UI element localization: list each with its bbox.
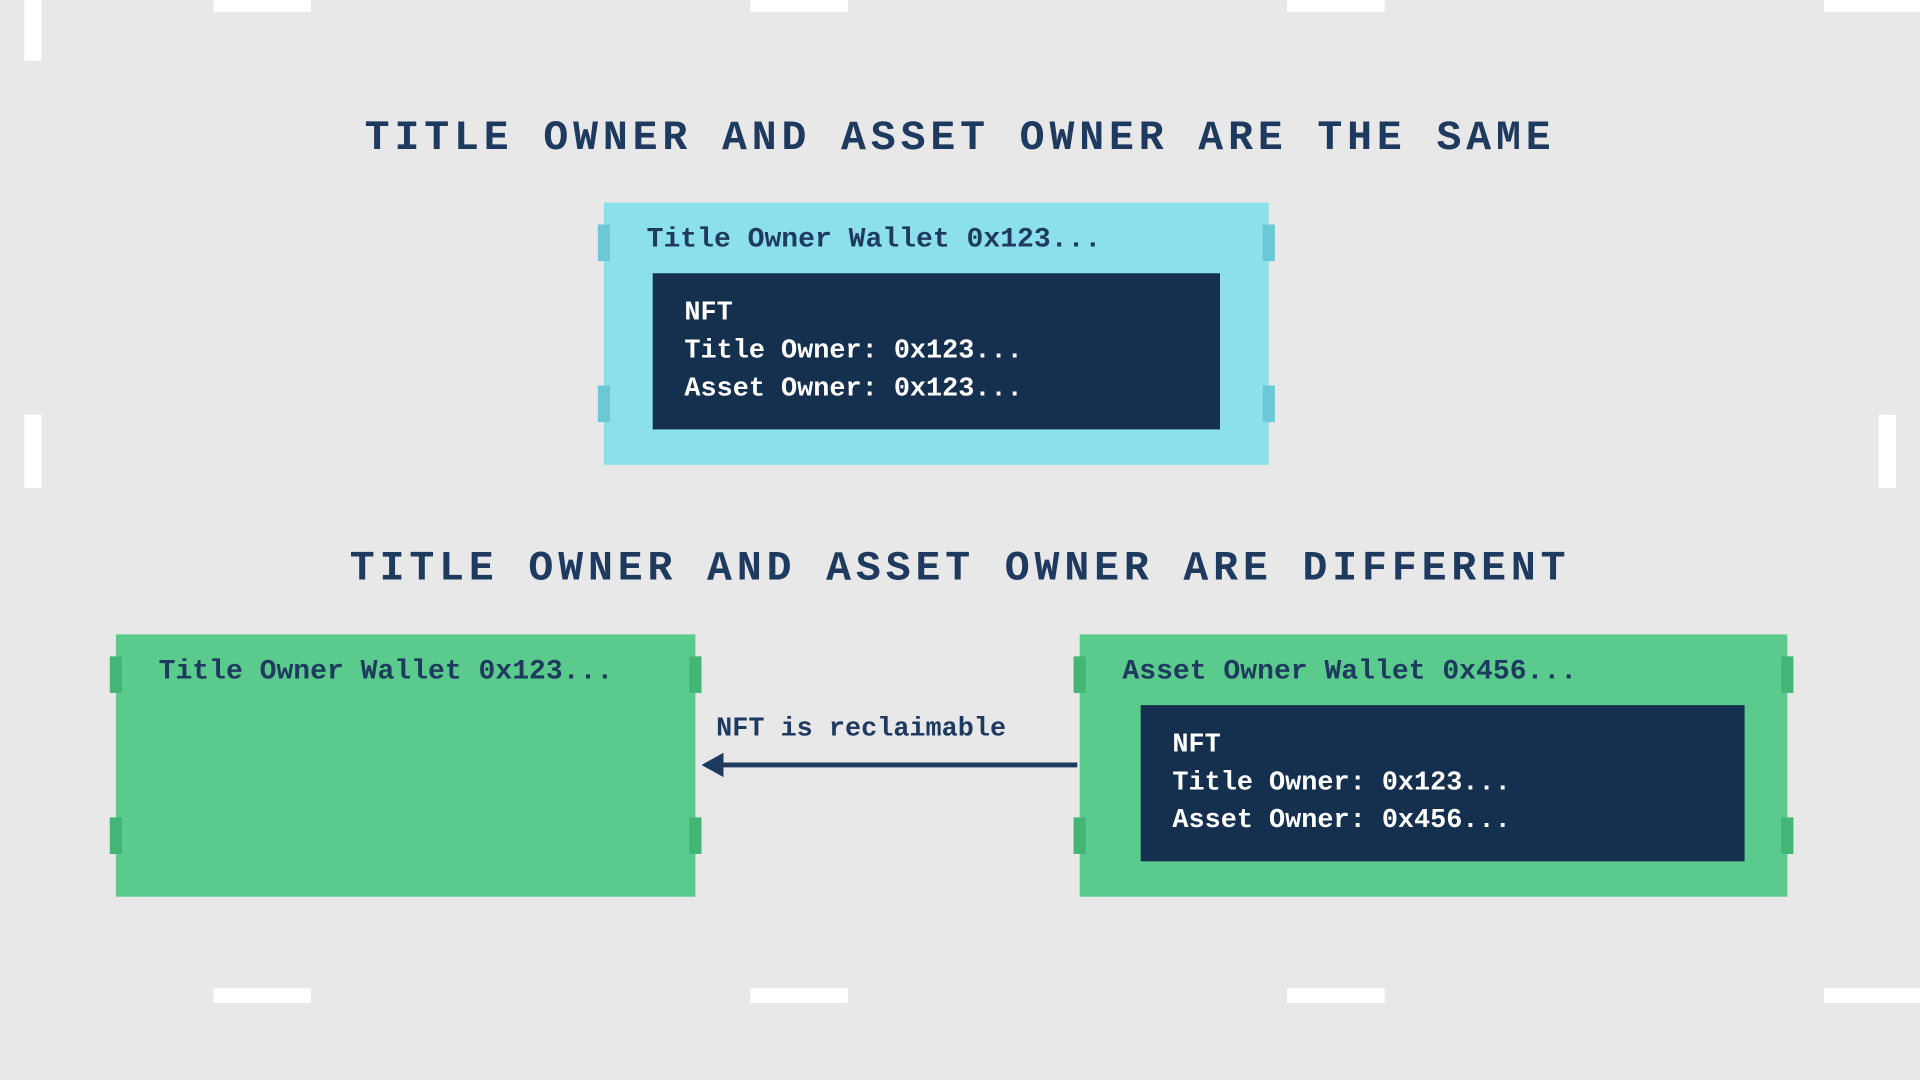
frame-dash [1824,0,1920,12]
nft-title-owner-label: Title Owner: [1172,767,1365,798]
nft-asset-owner-row: Asset Owner: 0x123... [684,370,1188,408]
reclaimable-arrow: NFT is reclaimable [702,714,1074,787]
box-corner-dash [110,656,122,693]
box-corner-dash [598,386,610,423]
box-corner-dash [110,817,122,854]
nft-title-owner-row: Title Owner: 0x123... [1172,765,1712,803]
frame-dash [214,988,312,1003]
box-corner-dash [1781,817,1793,854]
nft-title: NFT [684,295,1188,333]
title-owner-wallet-same: Title Owner Wallet 0x123... NFT Title Ow… [604,203,1269,465]
nft-box-same: NFT Title Owner: 0x123... Asset Owner: 0… [653,273,1220,429]
frame-dash [750,988,848,1003]
frame-dash [750,0,848,12]
nft-asset-owner-value: 0x456... [1382,805,1511,836]
box-corner-dash [598,224,610,261]
wallet-label: Asset Owner Wallet 0x456... [1122,655,1577,687]
diagram-canvas: TITLE OWNER AND ASSET OWNER ARE THE SAME… [0,0,1920,1080]
nft-asset-owner-label: Asset Owner: [1172,805,1365,836]
frame-dash [1287,0,1385,12]
heading-same-owner: TITLE OWNER AND ASSET OWNER ARE THE SAME [0,116,1920,162]
arrow-label: NFT is reclaimable [716,714,1006,745]
arrow-line [721,763,1077,768]
heading-different-owner: TITLE OWNER AND ASSET OWNER ARE DIFFEREN… [0,547,1920,593]
nft-asset-owner-label: Asset Owner: [684,373,877,404]
box-corner-dash [1263,386,1275,423]
nft-title: NFT [1172,727,1712,765]
box-corner-dash [689,656,701,693]
box-corner-dash [689,817,701,854]
nft-title-owner-value: 0x123... [1382,767,1511,798]
frame-dash [1879,415,1896,488]
frame-dash [24,0,41,61]
nft-title-owner-value: 0x123... [894,335,1023,366]
nft-box-diff: NFT Title Owner: 0x123... Asset Owner: 0… [1141,705,1745,861]
nft-asset-owner-value: 0x123... [894,373,1023,404]
nft-asset-owner-row: Asset Owner: 0x456... [1172,802,1712,840]
asset-owner-wallet-diff: Asset Owner Wallet 0x456... NFT Title Ow… [1080,634,1788,896]
frame-dash [1824,988,1920,1003]
wallet-label: Title Owner Wallet 0x123... [159,655,614,687]
nft-title-owner-label: Title Owner: [684,335,877,366]
frame-dash [24,415,41,488]
box-corner-dash [1074,817,1086,854]
wallet-label: Title Owner Wallet 0x123... [647,223,1102,255]
nft-title-owner-row: Title Owner: 0x123... [684,333,1188,371]
box-corner-dash [1781,656,1793,693]
frame-dash [1287,988,1385,1003]
frame-dash [214,0,312,12]
box-corner-dash [1074,656,1086,693]
box-corner-dash [1263,224,1275,261]
title-owner-wallet-diff: Title Owner Wallet 0x123... [116,634,696,896]
